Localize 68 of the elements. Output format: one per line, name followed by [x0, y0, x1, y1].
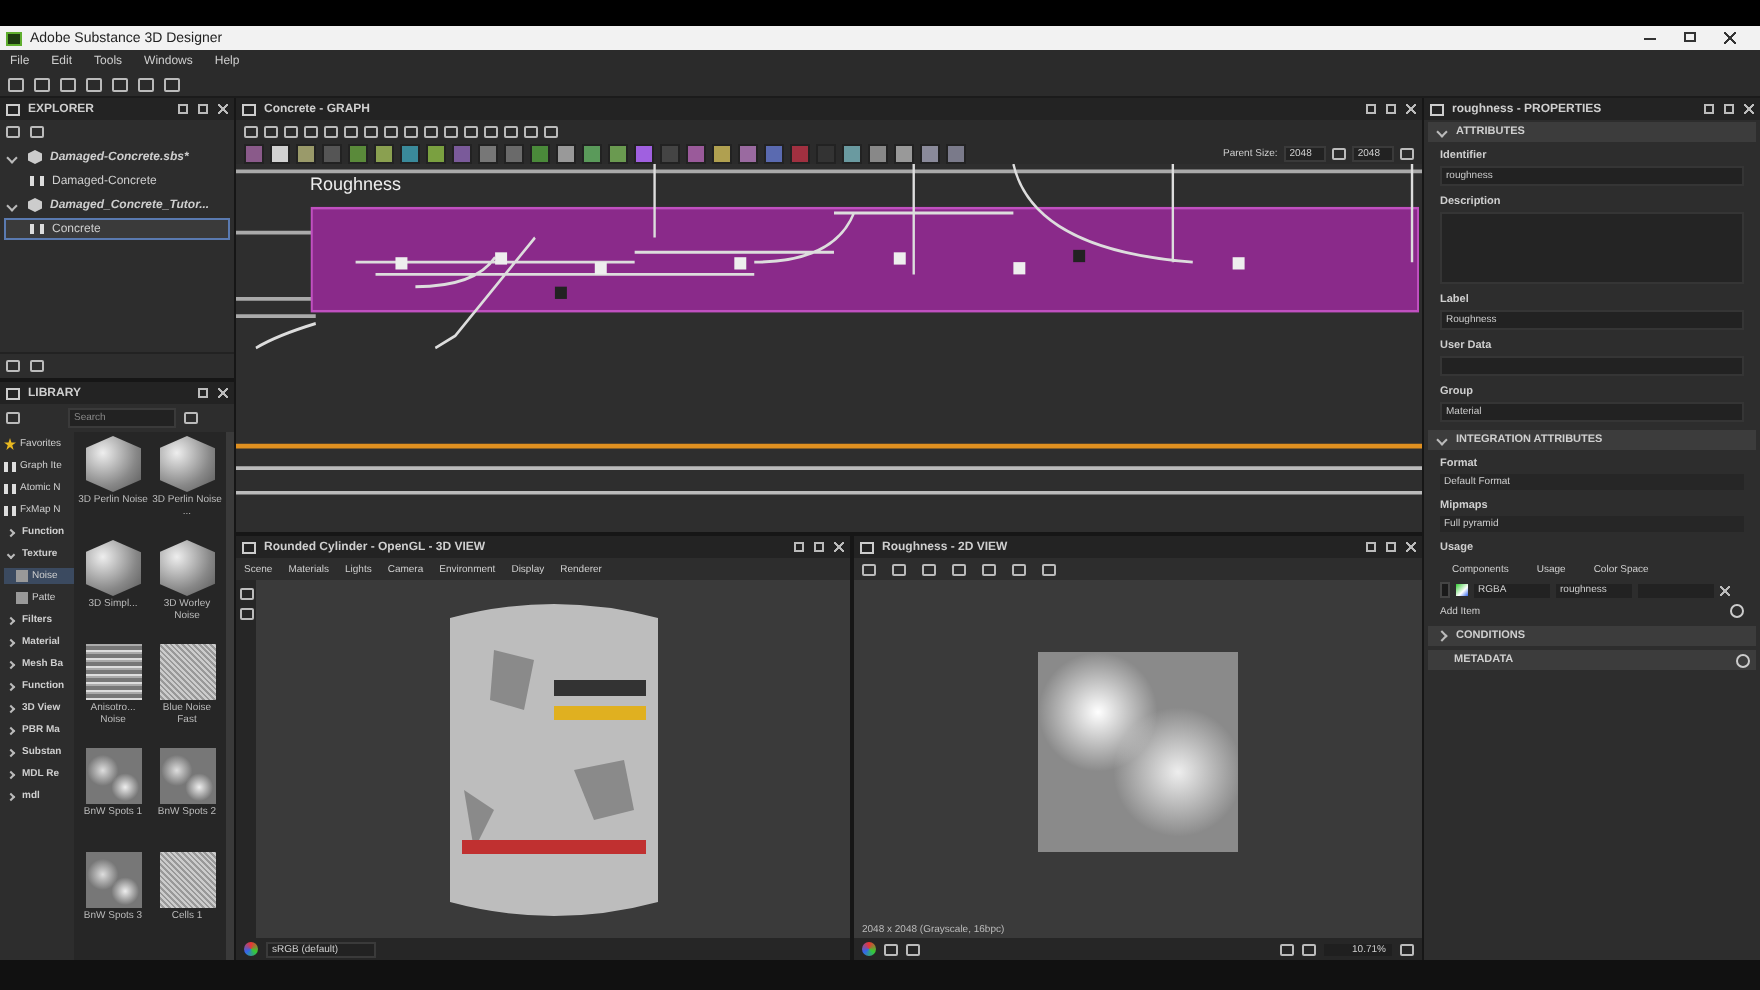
maximize-icon[interactable]: [198, 104, 208, 114]
node-icon[interactable]: [348, 143, 368, 163]
node-icon[interactable]: [868, 143, 888, 163]
node-icon: [4, 483, 16, 493]
texture-thumbnail: [85, 748, 141, 804]
node-icon[interactable]: [946, 143, 966, 163]
node-icon[interactable]: [296, 143, 316, 163]
node-icon[interactable]: [660, 143, 680, 163]
maximize-icon[interactable]: [1386, 104, 1396, 114]
node-icon[interactable]: [894, 143, 914, 163]
texture-thumbnail: [159, 644, 215, 700]
tool-icon[interactable]: [982, 563, 996, 575]
close-icon[interactable]: [1744, 104, 1754, 114]
tool-icon[interactable]: [1042, 563, 1056, 575]
node-icon[interactable]: [478, 143, 498, 163]
remove-icon[interactable]: [1720, 585, 1730, 595]
cube-thumbnail: [85, 540, 141, 596]
node-icon[interactable]: [270, 143, 290, 163]
node-icon: [4, 461, 16, 471]
node-icon[interactable]: [556, 143, 576, 163]
node-icon[interactable]: [400, 143, 420, 163]
node-icon[interactable]: [634, 143, 654, 163]
maximize-icon[interactable]: [1724, 104, 1734, 114]
node-icon[interactable]: [842, 143, 862, 163]
tool-icon[interactable]: [1012, 563, 1026, 575]
texture-thumbnail: [85, 852, 141, 908]
texture-thumbnail: [159, 852, 215, 908]
close-icon[interactable]: [218, 388, 228, 398]
texture-thumbnail: [85, 644, 141, 700]
cube-thumbnail: [85, 436, 141, 492]
node-icon[interactable]: [504, 143, 524, 163]
node-icon[interactable]: [530, 143, 550, 163]
maximize-icon[interactable]: [814, 542, 824, 552]
tool-icon[interactable]: [892, 563, 906, 575]
color-wheel-icon[interactable]: [244, 942, 258, 956]
app-logo-icon: [6, 31, 22, 45]
node-icon[interactable]: [322, 143, 342, 163]
node-icon[interactable]: [738, 143, 758, 163]
node-icon[interactable]: [920, 143, 940, 163]
maximize-icon[interactable]: [198, 388, 208, 398]
node-icon[interactable]: [374, 143, 394, 163]
maximize-icon[interactable]: [1386, 542, 1396, 552]
node-icon[interactable]: [790, 143, 810, 163]
texture-thumbnail: [159, 748, 215, 804]
tool-icon[interactable]: [862, 563, 876, 575]
channel-swatch-icon: [1456, 584, 1468, 596]
close-icon[interactable]: [834, 542, 844, 552]
maximize-icon[interactable]: [1684, 32, 1696, 42]
frame-title: Roughness: [310, 174, 402, 194]
cube-thumbnail: [159, 436, 215, 492]
cube-thumbnail: [159, 540, 215, 596]
node-icon[interactable]: [452, 143, 472, 163]
close-icon[interactable]: [1724, 32, 1736, 44]
node-icon[interactable]: [712, 143, 732, 163]
node-icon: [4, 505, 16, 515]
node-icon[interactable]: [582, 143, 602, 163]
drag-handle[interactable]: [1440, 582, 1450, 598]
close-icon[interactable]: [218, 104, 228, 114]
color-wheel-icon[interactable]: [862, 942, 876, 956]
tool-icon[interactable]: [922, 563, 936, 575]
node-icon[interactable]: [608, 143, 628, 163]
close-icon[interactable]: [1406, 104, 1416, 114]
node-icon[interactable]: [244, 143, 264, 163]
node-icon[interactable]: [426, 143, 446, 163]
close-icon[interactable]: [1406, 542, 1416, 552]
node-icon[interactable]: [686, 143, 706, 163]
node-icon[interactable]: [764, 143, 784, 163]
tool-icon[interactable]: [952, 563, 966, 575]
